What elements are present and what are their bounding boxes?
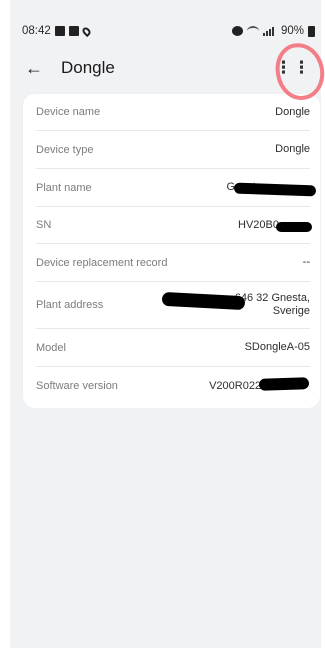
sn-row: SN HV20B0 xyxy=(36,207,310,244)
device-name-value: Dongle xyxy=(275,105,310,118)
plant-name-label: Plant name xyxy=(36,181,92,194)
alarm-icon xyxy=(231,26,243,36)
device-info-card: Device name Dongle Device type Dongle Pl… xyxy=(23,94,320,408)
image-icon xyxy=(54,26,65,36)
replacement-record-label: Device replacement record xyxy=(36,256,168,269)
plant-address-label: Plant address xyxy=(36,299,104,311)
back-arrow-icon[interactable]: ← xyxy=(22,56,46,80)
sn-value: HV20B0 xyxy=(238,218,279,231)
sn-redaction xyxy=(276,222,312,232)
location-icon xyxy=(80,25,92,37)
plant-address-value: 646 32 Gnesta, Sverige xyxy=(234,292,310,317)
battery-percent: 90% xyxy=(280,25,304,37)
replacement-record-row: Device replacement record -- xyxy=(36,244,310,282)
device-name-label: Device name xyxy=(36,106,101,118)
status-right: 90% xyxy=(231,25,315,37)
model-label: Model xyxy=(36,341,66,354)
sn-label: SN xyxy=(36,219,52,231)
model-row: Model SDongleA-05 xyxy=(36,329,310,367)
device-name-row: Device name Dongle xyxy=(36,94,310,131)
app-header: ← Dongle ⋮⋮ xyxy=(22,54,315,82)
dongle-details-screen: 08:42 90% ← Dongle ⋮⋮ Device name Dongle… xyxy=(0,0,325,648)
mail-icon xyxy=(68,26,79,36)
device-type-value: Dongle xyxy=(275,143,310,155)
signal-icon xyxy=(262,26,277,36)
wifi-icon xyxy=(246,26,259,36)
model-value: SDongleA-05 xyxy=(244,341,310,353)
page-title: Dongle xyxy=(61,58,115,77)
device-type-label: Device type xyxy=(36,143,94,156)
battery-icon xyxy=(308,25,315,37)
device-type-row: Device type Dongle xyxy=(36,131,310,169)
status-time: 08:42 xyxy=(22,25,51,37)
software-version-label: Software version xyxy=(36,380,118,392)
software-version-redaction xyxy=(258,377,310,391)
more-options-icon[interactable]: ⋮⋮ xyxy=(275,52,310,84)
status-bar: 08:42 90% xyxy=(22,22,315,40)
status-left: 08:42 xyxy=(22,25,92,37)
replacement-record-value: -- xyxy=(302,256,310,268)
